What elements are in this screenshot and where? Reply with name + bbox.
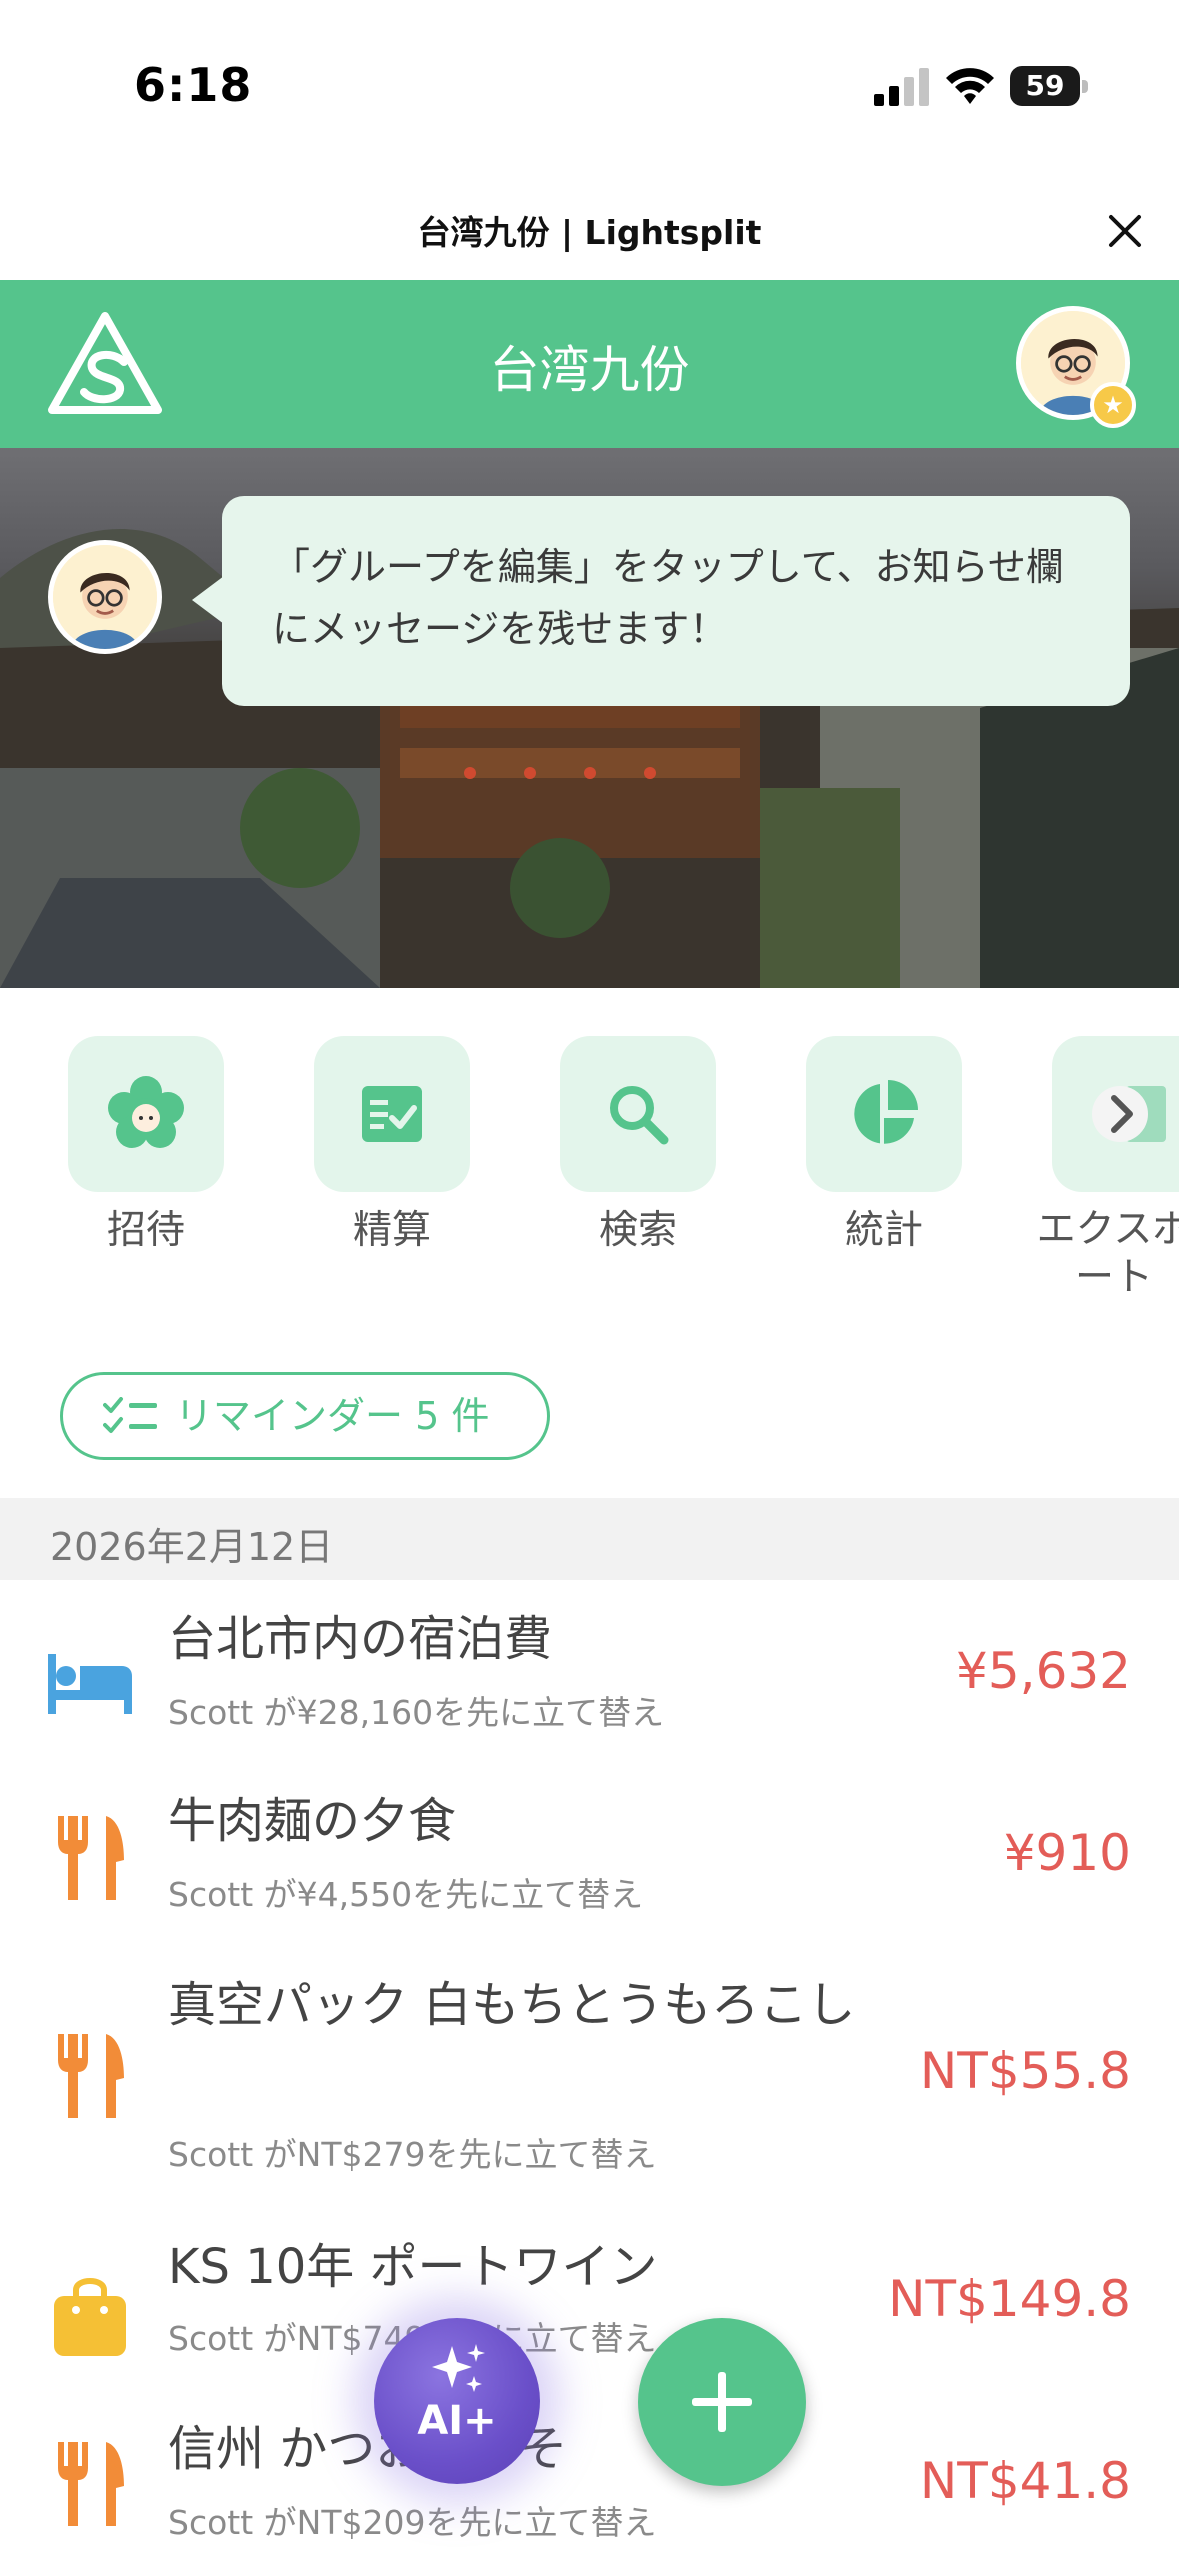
webview-title-bar: 台湾九份 | Lightsplit: [0, 170, 1179, 280]
invite-tile[interactable]: [68, 1036, 224, 1192]
battery-level: 59: [1025, 69, 1065, 102]
quick-actions: 招待 精算 検索 統計 エクスポート: [0, 1036, 1179, 1306]
action-export[interactable]: [1030, 1036, 1179, 1192]
stats-tile[interactable]: [806, 1036, 962, 1192]
expense-amount: NT$55.8: [919, 2042, 1131, 2100]
cellular-signal-icon: [874, 68, 929, 106]
expense-row[interactable]: 真空パック 白もちとうもろこし Scott がNT$279を先に立て替え NT$…: [0, 1960, 1179, 2174]
expense-subtitle: Scott がNT$279を先に立て替え: [168, 2135, 657, 2174]
add-expense-button[interactable]: [638, 2318, 806, 2486]
fork-knife-icon: [58, 2442, 124, 2526]
app-header: 台湾九份 ★: [0, 280, 1179, 448]
expense-title: KS 10年 ポートワイン: [168, 2239, 658, 2295]
action-label: エクスポート: [1036, 1207, 1179, 1300]
search-icon: [610, 1086, 669, 1145]
webview-title: 台湾九份 | Lightsplit: [417, 213, 762, 252]
expense-title: 台北市内の宿泊費: [168, 1611, 553, 1667]
reminder-label: リマインダー 5 件: [175, 1394, 490, 1438]
settle-check-icon: [362, 1086, 422, 1142]
export-tile[interactable]: [1052, 1036, 1179, 1192]
expense-title: 真空パック 白もちとうもろこし: [168, 1977, 856, 2033]
plus-icon: [692, 2372, 752, 2432]
expense-title: 牛肉麺の夕食: [168, 1793, 457, 1849]
battery-icon: 59: [1010, 66, 1088, 106]
expense-subtitle: Scott が¥4,550を先に立て替え: [168, 1875, 644, 1914]
search-tile[interactable]: [560, 1036, 716, 1192]
bed-icon: [48, 1654, 132, 1714]
expense-row[interactable]: KS 10年 ポートワイン Scott がNT$749を先に立て替え NT$14…: [0, 2228, 1179, 2378]
status-time: 6:18: [134, 58, 253, 112]
expense-row[interactable]: 牛肉麺の夕食 Scott が¥4,550を先に立て替え ¥910: [0, 1772, 1179, 1952]
date-text: 2026年2月12日: [50, 1525, 334, 1569]
expense-subtitle: Scott が¥28,160を先に立て替え: [168, 1693, 665, 1732]
star-badge-icon: ★: [1090, 382, 1136, 428]
bubble-tail: [192, 576, 224, 624]
sparkles-icon: [432, 2344, 485, 2392]
expense-amount: ¥910: [1003, 1824, 1131, 1882]
shopping-bag-icon: [54, 2278, 126, 2356]
checklist-icon: [103, 1397, 157, 1433]
expense-amount: NT$41.8: [919, 2452, 1131, 2510]
action-label: 統計: [844, 1208, 923, 1253]
group-banner-image: 「グループを編集」をタップして、お知らせ欄にメッセージを残せます！: [0, 448, 1179, 988]
action-label: 精算: [352, 1208, 431, 1253]
action-search[interactable]: 検索: [538, 1036, 738, 1256]
action-settle[interactable]: 精算: [292, 1036, 492, 1256]
status-bar: 6:18 59: [0, 0, 1179, 170]
reminder-button[interactable]: リマインダー 5 件: [60, 1372, 550, 1460]
fork-knife-icon: [58, 2034, 124, 2118]
pie-chart-icon: [854, 1080, 918, 1144]
expense-row[interactable]: 台北市内の宿泊費 Scott が¥28,160を先に立て替え ¥5,632: [0, 1590, 1179, 1770]
action-stats[interactable]: 統計: [784, 1036, 984, 1256]
ai-assistant-button[interactable]: AI+: [374, 2318, 540, 2484]
group-title: 台湾九份: [489, 341, 690, 399]
assistant-avatar: [48, 540, 162, 654]
action-label: 招待: [106, 1208, 185, 1253]
wifi-icon: [946, 68, 994, 104]
action-invite[interactable]: 招待: [46, 1036, 246, 1256]
export-icon: [1092, 1086, 1166, 1142]
close-icon[interactable]: [1100, 206, 1150, 256]
expense-amount: ¥5,632: [956, 1642, 1131, 1700]
fork-knife-icon: [58, 1816, 124, 1900]
expense-row[interactable]: 信州 かつお節みそ Scott がNT$209を先に立て替え NT$41.8: [0, 2410, 1179, 2556]
expense-amount: NT$149.8: [888, 2270, 1131, 2328]
date-header: 2026年2月12日: [0, 1498, 1179, 1580]
invite-flower-icon: [108, 1076, 184, 1148]
settle-tile[interactable]: [314, 1036, 470, 1192]
expense-subtitle: Scott がNT$209を先に立て替え: [168, 2503, 657, 2542]
tip-bubble[interactable]: 「グループを編集」をタップして、お知らせ欄にメッセージを残せます！: [222, 496, 1130, 706]
action-label: 検索: [598, 1208, 677, 1253]
ai-label: AI+: [417, 2398, 497, 2444]
